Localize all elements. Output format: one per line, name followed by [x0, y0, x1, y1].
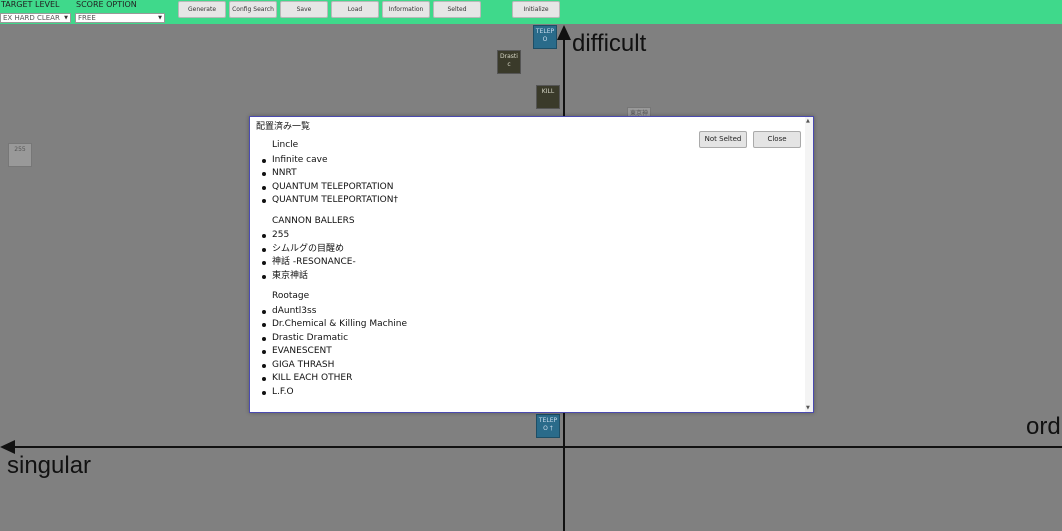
score-option-label: SCORE OPTION	[76, 0, 137, 9]
song-group: Lincle Infinite cave NNRT QUANTUM TELEPORTA…	[261, 139, 681, 208]
initialize-button[interactable]: Initialize	[512, 1, 560, 18]
score-option-select[interactable]: FREE ▼	[75, 13, 165, 23]
list-item: L.F.O	[261, 386, 681, 400]
song-group: Rootage dAuntl3ss Dr.Chemical & Killing Ma…	[261, 290, 681, 399]
target-level-value: EX HARD CLEAR	[3, 14, 60, 22]
score-option-value: FREE	[78, 14, 96, 22]
placed-song-list: Lincle Infinite cave NNRT QUANTUM TELEPORTA…	[261, 139, 681, 406]
list-item: 神話 -RESONANCE-	[261, 256, 681, 270]
group-song-list: Infinite cave NNRT QUANTUM TELEPORTATION QU…	[261, 154, 681, 208]
close-button[interactable]: Close	[753, 131, 801, 148]
group-title: Rootage	[272, 291, 310, 301]
group-title: CANNON BALLERS	[272, 215, 355, 226]
list-item: dAuntl3ss	[261, 305, 681, 319]
toolbar: TARGET LEVEL EX HARD CLEAR ▼ SCORE OPTIO…	[0, 0, 1062, 24]
group-song-list: 255 シムルグの目醒め 神話 -RESONANCE- 東京神話	[261, 229, 681, 283]
scroll-down-icon[interactable]: ▼	[806, 405, 810, 411]
list-item: Infinite cave	[261, 154, 681, 168]
load-button[interactable]: Load	[331, 1, 379, 18]
list-item: 255	[261, 229, 681, 243]
song-tile[interactable]: 255	[8, 143, 32, 167]
list-item: NNRT	[261, 167, 681, 181]
chevron-down-icon: ▼	[158, 15, 162, 21]
list-item: EVANESCENT	[261, 345, 681, 359]
not-selted-button[interactable]: Not Selted	[699, 131, 747, 148]
modal-scrollbar[interactable]: ▲ ▼	[805, 117, 813, 412]
song-tile[interactable]: TELEP O †	[536, 414, 560, 438]
save-button[interactable]: Save	[280, 1, 328, 18]
group-song-list: dAuntl3ss Dr.Chemical & Killing Machine Dr…	[261, 305, 681, 400]
group-title: Lincle	[272, 140, 299, 150]
song-tile[interactable]: KILL	[536, 85, 560, 109]
horizontal-axis	[10, 446, 1062, 448]
song-tile[interactable]: Drasti c	[497, 50, 521, 74]
axis-label-difficult: difficult	[572, 30, 647, 57]
list-item: Dr.Chemical & Killing Machine	[261, 318, 681, 332]
list-item: シムルグの目醒め	[261, 243, 681, 257]
target-level-label: TARGET LEVEL	[1, 0, 60, 9]
generate-button[interactable]: Generate	[178, 1, 226, 18]
list-item: QUANTUM TELEPORTATION†	[261, 194, 681, 208]
song-tile[interactable]: TELEP O	[533, 25, 557, 49]
modal-title: 配置済み一覧	[256, 122, 311, 132]
song-group: CANNON BALLERS 255 シムルグの目醒め 神話 -RESONANCE- 東…	[261, 215, 681, 284]
information-button[interactable]: Information	[382, 1, 430, 18]
scroll-up-icon[interactable]: ▲	[806, 118, 810, 124]
axis-label-ord: ord	[1026, 413, 1061, 440]
list-item: 東京神話	[261, 270, 681, 284]
list-item: KILL EACH OTHER	[261, 372, 681, 386]
list-item: QUANTUM TELEPORTATION	[261, 181, 681, 195]
chevron-down-icon: ▼	[64, 15, 68, 21]
list-item: GIGA THRASH	[261, 359, 681, 373]
config-search-button[interactable]: Config Search	[229, 1, 277, 18]
axis-label-singular: singular	[7, 452, 92, 479]
selted-button[interactable]: Selted	[433, 1, 481, 18]
arrow-up-icon	[557, 25, 571, 40]
target-level-select[interactable]: EX HARD CLEAR ▼	[0, 13, 71, 23]
list-item: Drastic Dramatic	[261, 332, 681, 346]
placed-list-modal: 配置済み一覧 Not Selted Close Lincle Infinite c…	[249, 116, 814, 413]
